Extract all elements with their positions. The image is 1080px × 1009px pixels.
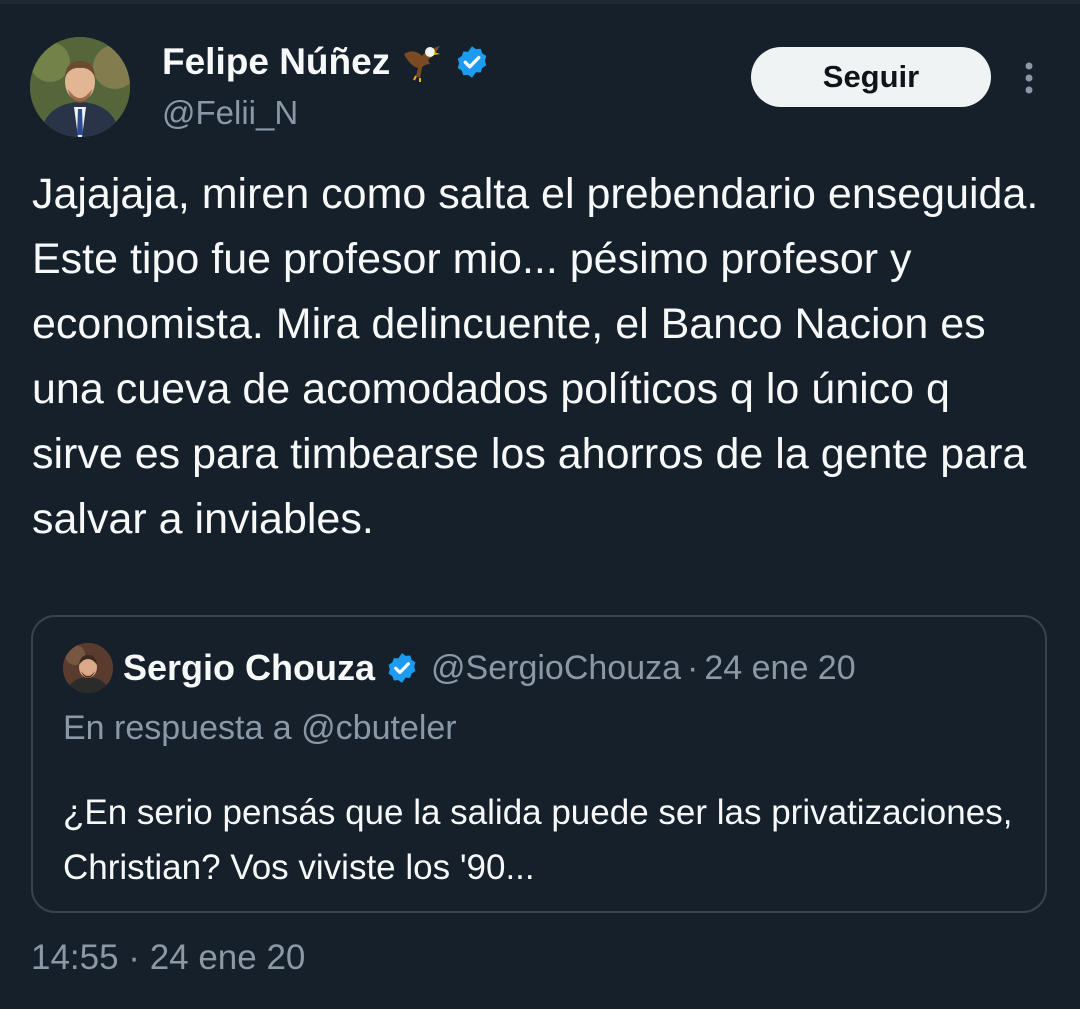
- header-separator: ·: [687, 648, 699, 687]
- tweet-timestamp[interactable]: 14:55 · 24 ene 20: [31, 938, 305, 978]
- author-name[interactable]: Felipe Núñez: [162, 41, 390, 83]
- reply-context: En respuesta a @cbuteler: [63, 709, 457, 747]
- author-name-row[interactable]: Felipe Núñez: [162, 40, 490, 84]
- author-handle[interactable]: @Felii_N: [162, 94, 298, 132]
- quoted-author-avatar[interactable]: [63, 643, 113, 693]
- quoted-tweet-header: Sergio Chouza @SergioChouza · 24 ene 20: [123, 647, 856, 689]
- author-avatar[interactable]: [30, 37, 130, 137]
- quoted-tweet-date[interactable]: 24 ene 20: [704, 649, 855, 688]
- eagle-icon: [400, 40, 444, 84]
- quoted-tweet-text: ¿En serio pensás que la salida puede ser…: [63, 793, 1013, 887]
- more-options-icon[interactable]: [1016, 58, 1042, 98]
- quoted-author-handle[interactable]: @SergioChouza: [431, 649, 681, 688]
- tweet-text: Jajajaja, miren como salta el prebendari…: [32, 170, 1039, 543]
- verified-badge-icon: [385, 651, 419, 685]
- top-divider: [0, 0, 1080, 4]
- quoted-author-name[interactable]: Sergio Chouza: [123, 647, 375, 689]
- verified-badge-icon: [454, 44, 490, 80]
- tweet-detail-view: Felipe Núñez @Felii_N Seguir Jajajaja, m…: [0, 0, 1080, 1009]
- follow-button[interactable]: Seguir: [751, 47, 991, 107]
- quoted-tweet-card[interactable]: Sergio Chouza @SergioChouza · 24 ene 20 …: [31, 615, 1047, 913]
